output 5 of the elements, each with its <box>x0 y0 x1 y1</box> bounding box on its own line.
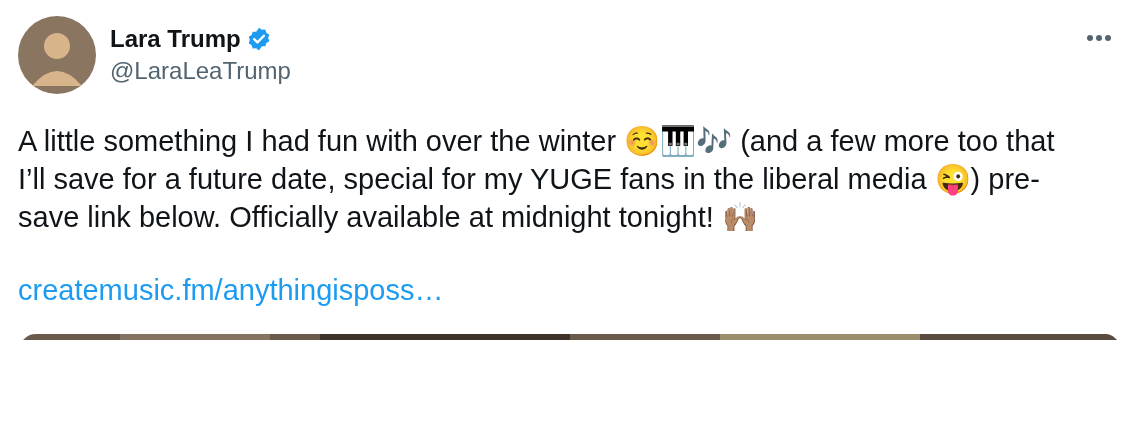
author-handle[interactable]: @LaraLeaTrump <box>110 57 1072 85</box>
tweet-text: A little something I had fun with over the winter ☺🎹🎶 (and a few more too that I’ll save for a future date, special for my YUGE fans in the liberal media 😜) pre-save link below. Officially available at midnight tonight! 🙌🏽 <box>18 124 1056 235</box>
more-icon[interactable] <box>1086 34 1112 42</box>
avatar-icon[interactable] <box>18 16 96 94</box>
author-name[interactable]: Lara Trump <box>110 25 241 53</box>
